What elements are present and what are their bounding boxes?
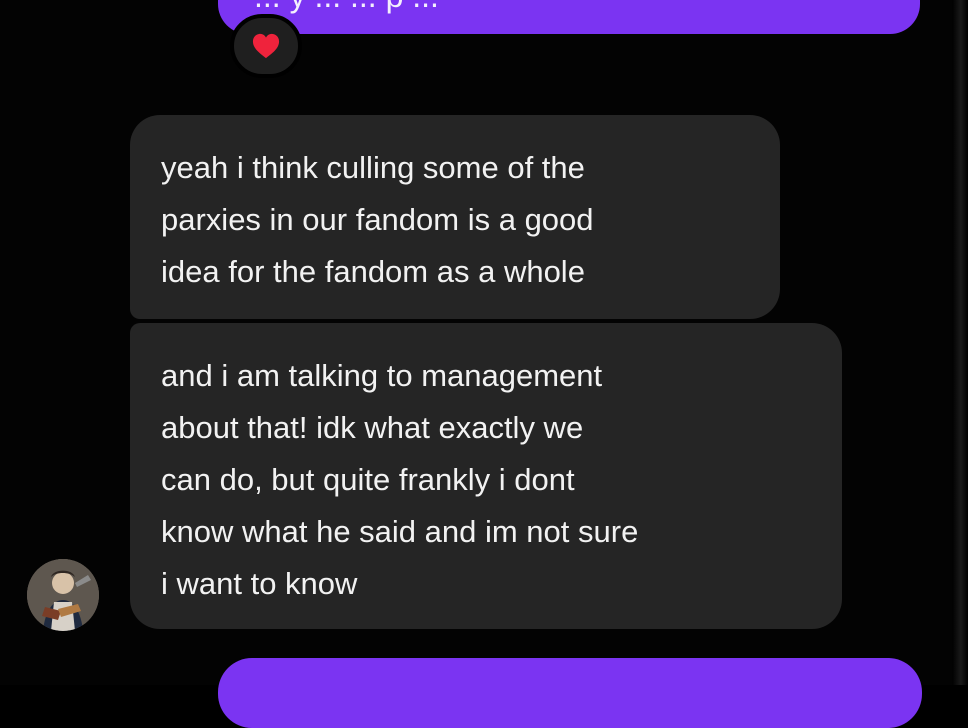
profile-avatar-icon[interactable] bbox=[27, 559, 99, 631]
message-line: know what he said and im not sure bbox=[161, 514, 639, 549]
message-line: about that! idk what exactly we bbox=[161, 410, 584, 445]
received-message-bubble[interactable]: and i am talking to management about tha… bbox=[130, 323, 842, 629]
message-line: and i am talking to management bbox=[161, 358, 603, 393]
message-line: can do, but quite frankly i dont bbox=[161, 462, 575, 497]
chat-thread: ... y ... ... p ... yeah i think culling… bbox=[0, 0, 968, 728]
message-reaction[interactable] bbox=[230, 14, 302, 78]
message-line: idea for the fandom as a whole bbox=[161, 254, 585, 289]
received-message-bubble[interactable]: yeah i think culling some of the parxies… bbox=[130, 115, 780, 319]
sent-message-text: ... y ... ... p ... bbox=[254, 0, 439, 15]
red-heart-icon bbox=[251, 32, 281, 60]
message-line: parxies in our fandom is a good bbox=[161, 202, 594, 237]
right-edge-divider bbox=[952, 0, 968, 685]
message-line: i want to know bbox=[161, 566, 358, 601]
sent-message-bubble-bottom[interactable] bbox=[218, 658, 922, 728]
sent-message-bubble-top[interactable]: ... y ... ... p ... bbox=[218, 0, 920, 34]
message-line: yeah i think culling some of the bbox=[161, 150, 585, 185]
